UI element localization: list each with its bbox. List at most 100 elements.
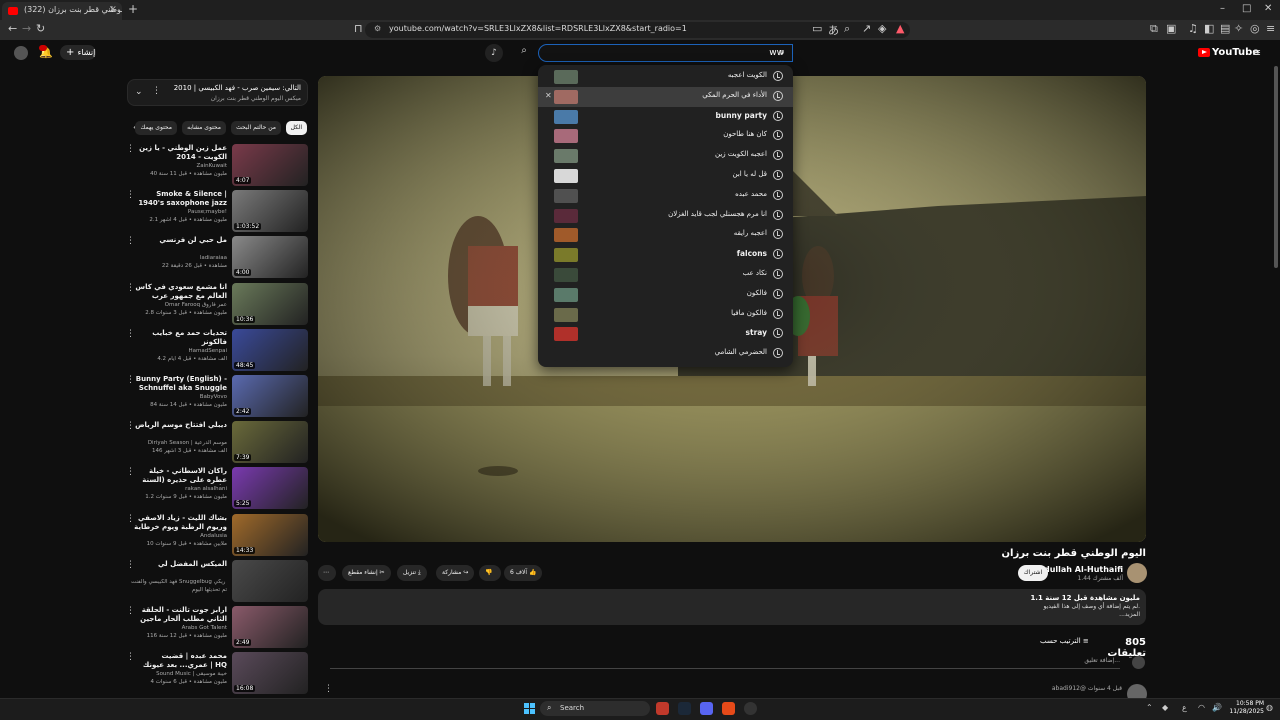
search-suggestion[interactable]: انا مرم هجسنلي لجب قايد الغزلان	[538, 206, 793, 226]
comment-input[interactable]: إضافة تعليق...	[330, 657, 1120, 669]
video-thumbnail[interactable]: 16:08	[232, 652, 308, 695]
more-vert-icon[interactable]: ⋮	[126, 329, 135, 339]
video-channel[interactable]: Diriyah Season | موسم الدرعية	[131, 440, 227, 446]
video-title[interactable]: تحديات حمد مع خبايب فالكونز	[131, 329, 227, 347]
chevron-down-icon[interactable]: ⌄	[135, 87, 143, 97]
search-button[interactable]: ⌕	[772, 44, 792, 62]
share-page-icon[interactable]: ↗	[862, 22, 871, 35]
search-input[interactable]	[539, 45, 792, 61]
remove-suggestion-icon[interactable]: ✕	[545, 91, 552, 100]
comment-more-icon[interactable]: ⋮	[324, 684, 333, 694]
description-box[interactable]: 1.1 مليون مشاهدة قبل 12 سنة لم يتم إضافة…	[318, 589, 1146, 625]
video-channel[interactable]: Omar Farooq عمر فاروق	[131, 302, 227, 308]
search-suggestion[interactable]: falcons	[538, 245, 793, 265]
more-vert-icon[interactable]: ⋮	[126, 560, 135, 570]
video-title[interactable]: Smoke & Silence | 1940's saxophone jazz	[131, 190, 227, 208]
bookmark-icon[interactable]: ⊓	[354, 22, 363, 35]
video-channel[interactable]: Andalusia	[131, 533, 227, 539]
voice-search-icon[interactable]: ♪	[485, 44, 503, 62]
video-channel[interactable]: Arabs Got Talent	[131, 625, 227, 631]
video-title[interactable]: انا مشمع سعودي في كاس العالم مع جمهور عر…	[131, 283, 227, 301]
recommended-video[interactable]: 5:25 راكان الاسطاني - خيلة عطره على حذيره…	[124, 467, 309, 511]
filter-chip[interactable]: من حالتم البحث	[231, 121, 281, 135]
recommended-video[interactable]: 1:03:52 Smoke & Silence | 1940's saxophon…	[124, 190, 309, 234]
discord-app-icon[interactable]	[700, 702, 713, 715]
maximize-icon[interactable]: □	[1242, 3, 1251, 14]
video-thumbnail[interactable]: 10:36	[232, 282, 308, 325]
menu-icon[interactable]: ≡	[1266, 22, 1275, 35]
search-suggestion[interactable]: قل له يا ابن	[538, 166, 793, 186]
recommended-video[interactable]: 2:49 آرابز جوت تالنت - الحلقة الثاني مطلب…	[124, 606, 309, 650]
tabs-icon[interactable]: ▤	[1220, 22, 1230, 35]
more-vert-icon[interactable]: ⋮	[126, 236, 135, 246]
filter-chip[interactable]: محتوى يهمك	[135, 121, 177, 135]
video-title[interactable]: بشاك الليث - زياد الاصفي وريوم الرطبة وي…	[131, 514, 227, 532]
more-vert-icon[interactable]: ⋮	[126, 283, 135, 293]
rewards-icon[interactable]: ▲	[896, 22, 904, 35]
search-suggestion[interactable]: ✕ الأداء في الحرم المكي	[538, 86, 793, 107]
browser-app-icon[interactable]	[722, 702, 735, 715]
video-channel[interactable]: Pause;maybe!	[131, 209, 227, 215]
video-title[interactable]: راكان الاسطاني - خيلة عطره على حذيره (ال…	[131, 467, 227, 485]
youtube-logo[interactable]: YouTube	[1198, 47, 1259, 58]
video-title[interactable]: مل حبي لن فرنسي	[131, 236, 227, 245]
reload-icon[interactable]: ↻	[36, 22, 45, 35]
search-suggestion[interactable]: اعجبه رايقه	[538, 225, 793, 245]
extensions-icon[interactable]: ✧	[1234, 22, 1243, 35]
more-actions-button[interactable]: ⋯	[318, 565, 336, 581]
video-title[interactable]: Bunny Party (English) - Schnuffel aka Sn…	[131, 375, 227, 393]
description-more[interactable]: ...المزيد	[1119, 611, 1140, 618]
recommended-video[interactable]: 4:07 عمل زين الوطني - يا زين الكويت - 201…	[124, 144, 309, 188]
video-thumbnail[interactable]: 2:49	[232, 606, 308, 648]
playlist-header[interactable]: التالي: سيمين صرب - فهد الكبيسي | 2010 م…	[127, 79, 308, 106]
search-suggestion[interactable]: stray	[538, 324, 793, 344]
video-title[interactable]: الميكس المفضل لي	[131, 560, 227, 569]
recommended-video[interactable]: 16:08 محمد عبده | قضيت عمري... بعد عيونك …	[124, 652, 309, 696]
search-suggestion[interactable]: محمد عبده	[538, 186, 793, 206]
comment-author[interactable]: abadi912@ قبل 4 سنوات	[900, 685, 1122, 692]
tray-chevron-icon[interactable]: ⌃	[1146, 703, 1153, 712]
minimize-icon[interactable]: –	[1220, 3, 1225, 14]
video-thumbnail[interactable]: 2:42	[232, 375, 308, 417]
zoom-icon[interactable]: ⌕	[844, 22, 850, 36]
video-thumbnail[interactable]: 48:45	[232, 328, 308, 371]
vpn-icon[interactable]: ◎	[1250, 22, 1260, 35]
browser-tab[interactable]: (322) اليوم الوطني قطر بنت برزان ×	[2, 2, 122, 20]
search-suggestion[interactable]: bunny party	[538, 107, 793, 127]
recommended-video[interactable]: 10:36 انا مشمع سعودي في كاس العالم مع جمه…	[124, 282, 309, 327]
brave-app-icon[interactable]	[656, 702, 669, 715]
video-title[interactable]: ديبلي افتتاح موسم الرياض	[131, 421, 227, 430]
guide-menu-icon[interactable]: ≡	[1252, 46, 1261, 59]
recommended-video[interactable]: الميكس المفضل لي فهد الكبيسي والفنت Snugg…	[124, 559, 309, 604]
new-tab-icon[interactable]: +	[128, 2, 138, 16]
scrollbar-thumb[interactable]	[1274, 66, 1278, 268]
search-suggestion[interactable]: الحضرمي الشامي	[538, 344, 793, 364]
wifi-icon[interactable]: ◠	[1198, 703, 1205, 712]
search-suggestion[interactable]: فالكون	[538, 285, 793, 305]
close-tab-icon[interactable]: ×	[109, 4, 117, 15]
steam-app-icon[interactable]	[678, 702, 691, 715]
filter-chip[interactable]: الكل	[285, 121, 307, 135]
clock[interactable]: 10:58 PM 11/28/2025	[1224, 700, 1264, 716]
site-info-icon[interactable]: ⚙	[374, 24, 381, 33]
more-vert-icon[interactable]: ⋮	[126, 144, 135, 154]
notifications-icon[interactable]: ◍	[1266, 703, 1273, 712]
close-window-icon[interactable]: ✕	[1264, 3, 1272, 14]
video-thumbnail[interactable]: 14:33	[232, 513, 308, 556]
share-button[interactable]: مشاركة ↪	[436, 565, 475, 581]
more-vert-icon[interactable]: ⋮	[152, 86, 161, 96]
clip-button[interactable]: إنشاء مقطع ✂	[342, 565, 391, 581]
recommended-video[interactable]: 4:00 مل حبي لن فرنسي ladiaraiaa 22 مشاهدة •…	[124, 236, 309, 280]
search-suggestion[interactable]: اعجبه الكويت زين	[538, 146, 793, 166]
cast-icon[interactable]: ▭	[812, 22, 822, 35]
recommended-video[interactable]: 14:33 بشاك الليث - زياد الاصفي وريوم الرط…	[124, 513, 309, 558]
translate-icon[interactable]: あ	[828, 22, 839, 38]
wallet-icon[interactable]: ▣	[1166, 22, 1176, 35]
video-thumbnail[interactable]: 4:00	[232, 236, 308, 279]
recommended-video[interactable]: 48:45 تحديات حمد مع خبايب فالكونز HamadSen…	[124, 328, 309, 373]
more-vert-icon[interactable]: ⋮	[126, 652, 135, 662]
recommended-video[interactable]: 2:42 Bunny Party (English) - Schnuffel ak…	[124, 375, 309, 419]
subscribe-button[interactable]: اشتراك	[1018, 565, 1048, 581]
search-suggestion[interactable]: كان هنا طاحون	[538, 126, 793, 146]
taskbar-search[interactable]: ⌕ Search	[540, 701, 650, 716]
